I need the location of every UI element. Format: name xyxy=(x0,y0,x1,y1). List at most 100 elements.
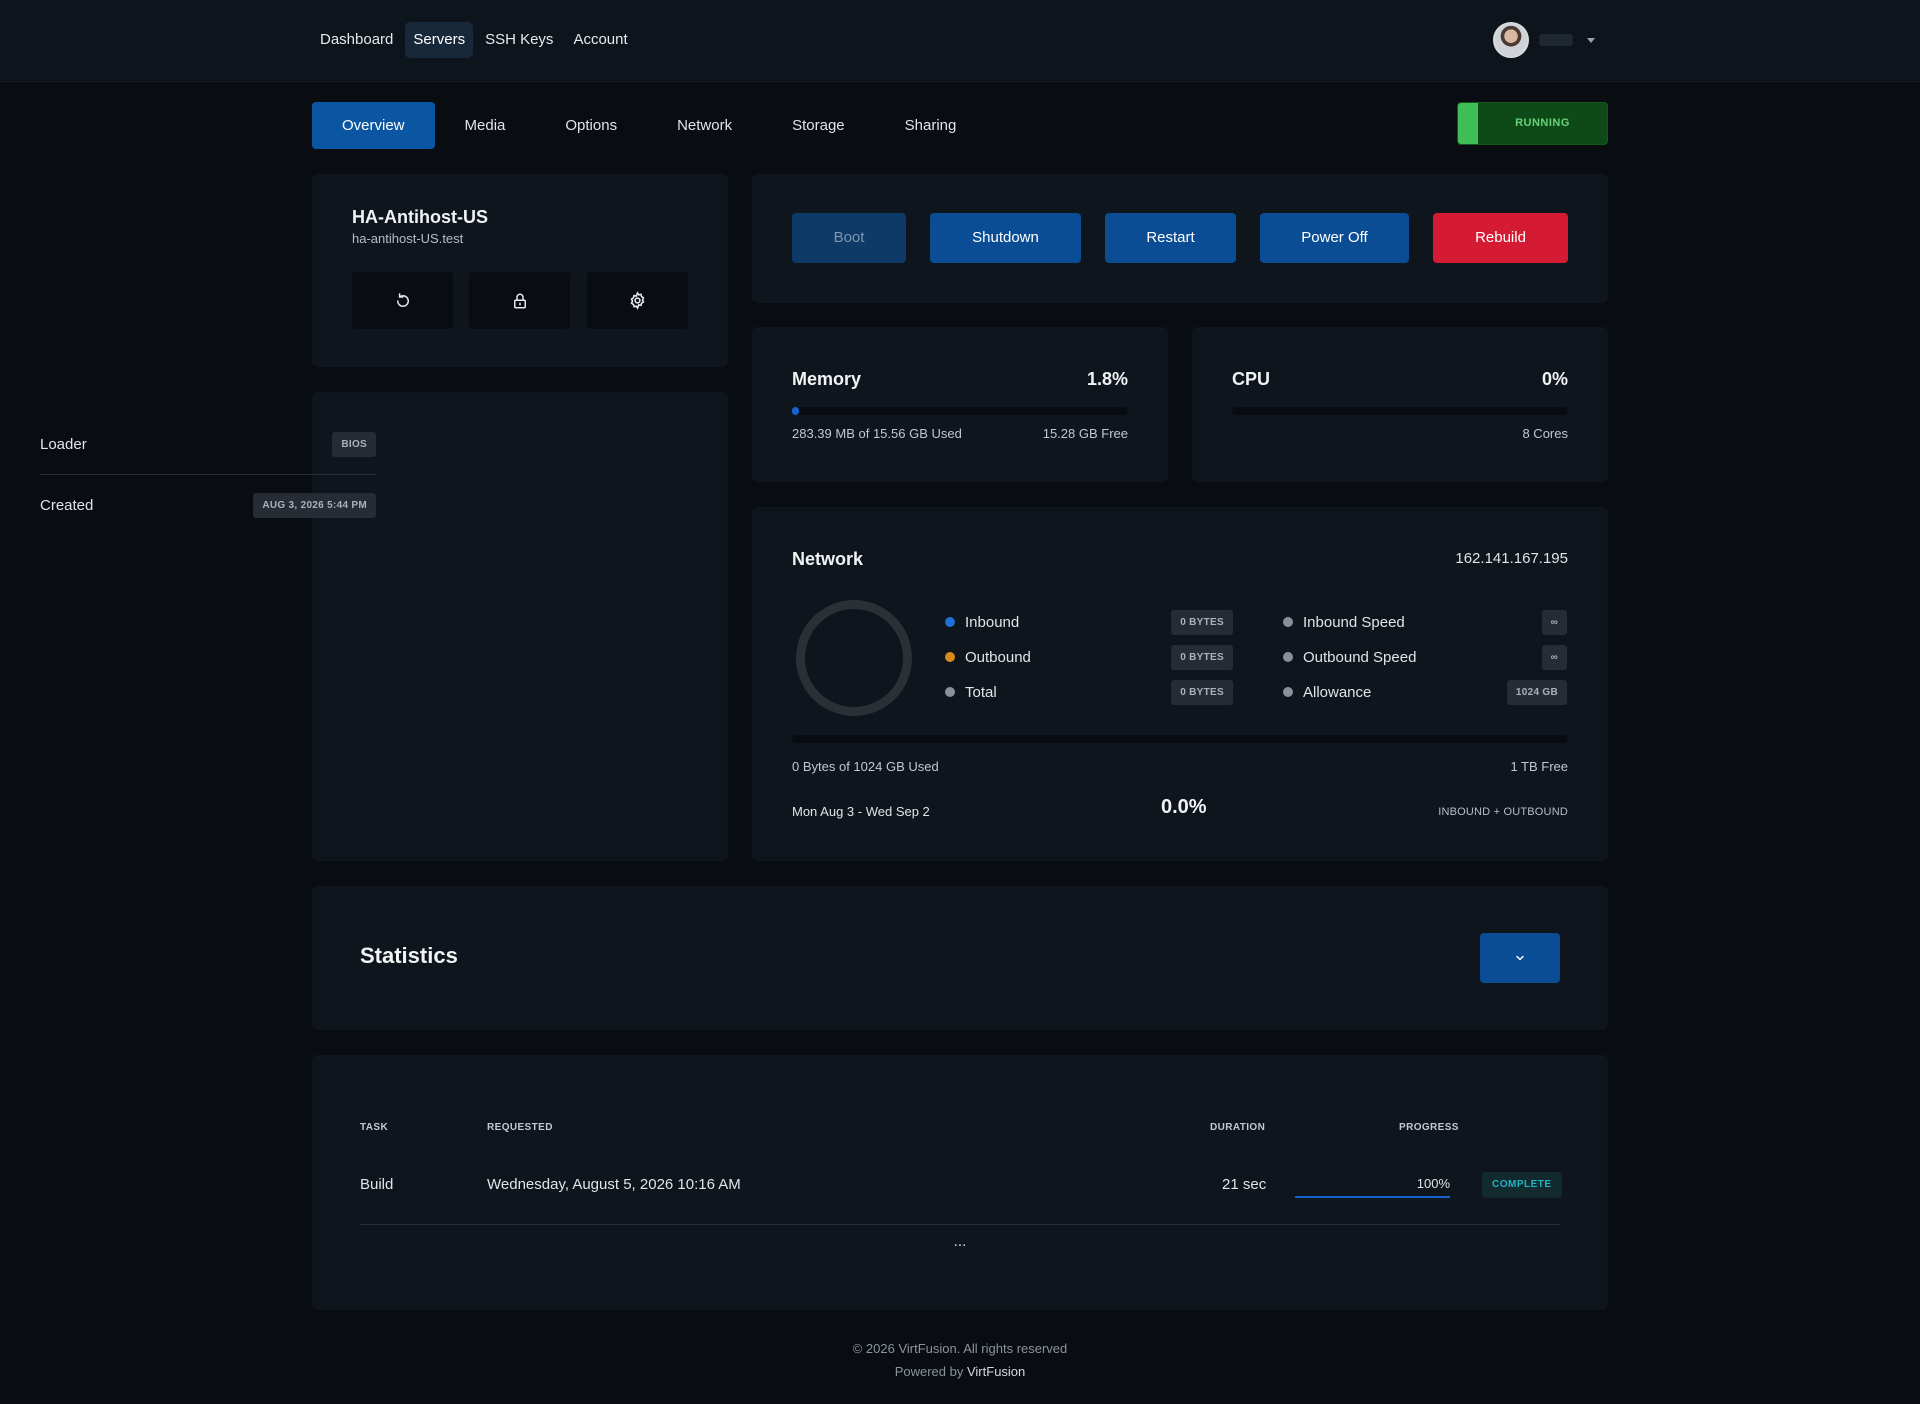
lock-icon-button[interactable] xyxy=(469,272,570,329)
network-title: Network xyxy=(792,549,864,569)
bandwidth-scope: INBOUND + OUTBOUND xyxy=(1438,806,1568,818)
bandwidth-percent: 0.0% xyxy=(1161,796,1207,818)
tab-storage[interactable]: Storage xyxy=(762,102,875,149)
total-label: Total xyxy=(965,683,997,701)
server-tabs: Overview Media Options Network Storage S… xyxy=(312,102,986,149)
inbound-dot xyxy=(945,617,955,627)
rebuild-button[interactable]: Rebuild xyxy=(1433,213,1568,263)
inbound-speed-dot xyxy=(1283,617,1293,627)
nav-dashboard[interactable]: Dashboard xyxy=(312,22,401,58)
top-navbar: Dashboard Servers SSH Keys Account xyxy=(0,0,1920,82)
footer-copyright: © 2026 VirtFusion. All rights reserved xyxy=(852,1341,1068,1356)
legend-inbound-speed: Inbound Speed ∞ xyxy=(1283,609,1567,635)
tab-overview[interactable]: Overview xyxy=(312,102,435,149)
chevron-down-icon xyxy=(1516,955,1524,961)
network-card: Network 162.141.167.195 Inbound 0 BYTES … xyxy=(752,507,1608,861)
outbound-value: 0 BYTES xyxy=(1171,644,1233,670)
legend-allowance: Allowance 1024 GB xyxy=(1283,679,1567,705)
header-task: TASK xyxy=(360,1122,389,1133)
statistics-card: Statistics xyxy=(312,886,1608,1030)
bandwidth-free: 1 TB Free xyxy=(1510,759,1568,774)
tab-options[interactable]: Options xyxy=(535,102,647,149)
task-progress-percent: 100% xyxy=(1416,1176,1450,1191)
tab-sharing[interactable]: Sharing xyxy=(875,102,987,149)
cpu-title: CPU xyxy=(1232,369,1271,389)
task-status-badge: COMPLETE xyxy=(1482,1172,1562,1198)
inbound-speed-value: ∞ xyxy=(1541,609,1567,635)
shutdown-button[interactable]: Shutdown xyxy=(930,213,1081,263)
nav-account[interactable]: Account xyxy=(565,22,635,58)
loader-label: Loader xyxy=(40,436,87,453)
bandwidth-bar xyxy=(792,735,1568,743)
network-ip: 162.141.167.195 xyxy=(1455,550,1568,567)
tasks-card: TASK REQUESTED DURATION PROGRESS Build W… xyxy=(312,1055,1608,1310)
legend-inbound: Inbound 0 BYTES xyxy=(945,609,1233,635)
server-name: HA-Antihost-US xyxy=(352,207,488,227)
cpu-card: CPU 0% 8 Cores xyxy=(1192,327,1608,482)
row-divider xyxy=(360,1224,1560,1225)
task-progress-fill xyxy=(1295,1196,1450,1198)
inbound-value: 0 BYTES xyxy=(1171,609,1233,635)
footer-powered-prefix: Powered by xyxy=(894,1364,964,1379)
chevron-down-icon xyxy=(1587,37,1595,43)
memory-title: Memory xyxy=(792,369,862,389)
task-progress-bar xyxy=(1295,1196,1450,1198)
total-value: 0 BYTES xyxy=(1171,679,1233,705)
task-progress: 100% xyxy=(1295,1176,1450,1198)
cpu-cores: 8 Cores xyxy=(1522,426,1568,441)
footer-brand-link[interactable]: VirtFusion xyxy=(967,1364,1025,1379)
restart-button[interactable]: Restart xyxy=(1105,213,1236,263)
memory-bar-fill xyxy=(792,407,799,415)
gear-icon xyxy=(630,291,645,310)
cpu-bar xyxy=(1232,407,1568,415)
legend-outbound: Outbound 0 BYTES xyxy=(945,644,1233,670)
status-label: RUNNING xyxy=(1515,117,1570,129)
memory-percent: 1.8% xyxy=(1086,369,1128,389)
memory-free: 15.28 GB Free xyxy=(1042,426,1128,441)
inbound-speed-label: Inbound Speed xyxy=(1303,613,1405,631)
inbound-label: Inbound xyxy=(965,613,1020,631)
load-more-button[interactable]: ... xyxy=(312,1233,1608,1250)
traffic-donut-chart xyxy=(796,600,912,716)
created-label: Created xyxy=(40,496,94,514)
allowance-label: Allowance xyxy=(1303,683,1372,701)
username-redacted xyxy=(1539,34,1573,46)
gear-icon-button[interactable] xyxy=(587,272,688,329)
server-hostname: ha-antihost-US.test xyxy=(352,231,464,246)
total-dot xyxy=(945,687,955,697)
outbound-label: Outbound xyxy=(965,648,1031,666)
boot-button[interactable]: Boot xyxy=(792,213,906,263)
main-nav: Dashboard Servers SSH Keys Account xyxy=(312,22,640,58)
loader-badge: BIOS xyxy=(332,432,376,457)
status-indicator xyxy=(1458,103,1478,144)
statistics-expand-button[interactable] xyxy=(1480,933,1560,983)
memory-bar xyxy=(792,407,1128,415)
restart-icon-button[interactable] xyxy=(352,272,453,329)
allowance-dot xyxy=(1283,687,1293,697)
statistics-title: Statistics xyxy=(360,943,458,968)
avatar xyxy=(1493,22,1529,58)
billing-period: Mon Aug 3 - Wed Sep 2 xyxy=(792,804,930,819)
legend-outbound-speed: Outbound Speed ∞ xyxy=(1283,644,1567,670)
memory-used: 283.39 MB of 15.56 GB Used xyxy=(792,426,962,441)
loader-row: Loader BIOS xyxy=(40,415,376,475)
tab-media[interactable]: Media xyxy=(435,102,536,149)
user-menu[interactable] xyxy=(1493,22,1595,58)
outbound-speed-label: Outbound Speed xyxy=(1303,648,1417,666)
tab-network[interactable]: Network xyxy=(647,102,762,149)
status-badge: RUNNING xyxy=(1457,102,1608,145)
power-actions-card: Boot Shutdown Restart Power Off Rebuild xyxy=(752,174,1608,303)
task-name: Build xyxy=(360,1176,394,1193)
outbound-dot xyxy=(945,652,955,662)
nav-servers[interactable]: Servers xyxy=(405,22,474,58)
nav-ssh-keys[interactable]: SSH Keys xyxy=(477,22,561,58)
created-row: Created AUG 3, 2026 5:44 PM xyxy=(40,475,376,535)
created-badge: AUG 3, 2026 5:44 PM xyxy=(253,492,376,518)
outbound-speed-dot xyxy=(1283,652,1293,662)
footer-powered: Powered by VirtFusion xyxy=(0,1360,1920,1383)
header-requested: REQUESTED xyxy=(487,1122,553,1133)
bandwidth-used: 0 Bytes of 1024 GB Used xyxy=(792,759,939,774)
header-duration: DURATION xyxy=(1210,1122,1266,1133)
footer: © 2026 VirtFusion. All rights reserved P… xyxy=(0,1337,1920,1383)
power-off-button[interactable]: Power Off xyxy=(1260,213,1409,263)
